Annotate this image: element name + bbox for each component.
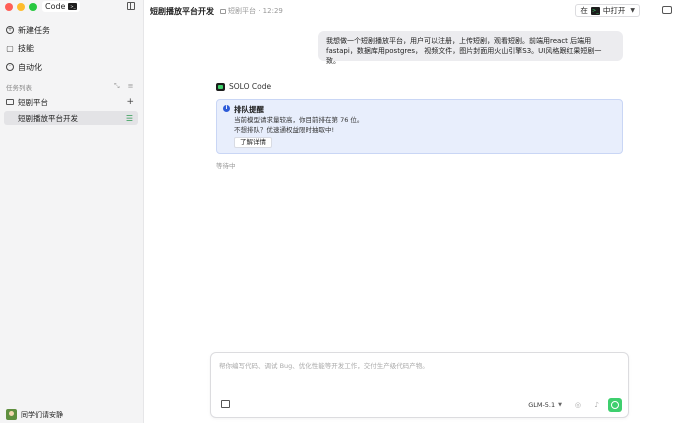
minimize-window-button[interactable] — [17, 3, 25, 11]
queue-title: 排队提醒 — [234, 105, 264, 114]
info-icon: i — [223, 105, 230, 112]
page-title: 短剧播放平台开发 — [150, 6, 214, 16]
send-button[interactable] — [608, 398, 622, 412]
queue-notice-card: i 排队提醒 当前模型请求量较高，你目前排在第 76 位。 不想排队？优速通权益… — [216, 99, 623, 154]
agent-header: SOLO Code — [216, 82, 271, 91]
task-list-heading: 任务列表 — [6, 84, 32, 92]
filter-icon[interactable]: ≡ — [128, 82, 134, 91]
task-name: 短剧播放平台开发 — [18, 113, 78, 123]
sidebar: Code >_ + 新建任务 ▢ 技能 · 自动化 任务列表 ⤡ ≡ 短剧平台 … — [0, 0, 144, 423]
chevron-down-icon: ▼ — [558, 402, 562, 408]
maximize-window-button[interactable] — [29, 3, 37, 11]
nav-skills[interactable]: ▢ 技能 — [6, 41, 34, 55]
terminal-icon: >_ — [590, 6, 600, 15]
solo-logo-icon — [216, 82, 225, 91]
task-item[interactable]: 短剧播放平台开发 ☰ — [4, 111, 138, 125]
model-name: GLM-5.1 — [528, 401, 556, 409]
breadcrumb[interactable]: 短剧平台 · 12:29 — [220, 6, 283, 16]
composer: GLM-5.1 ▼ ◎ ♪ — [210, 352, 629, 418]
close-window-button[interactable] — [5, 3, 13, 11]
user-profile[interactable]: 同学们请安静 — [6, 409, 63, 420]
collapse-icon[interactable]: ⤡ — [114, 82, 120, 91]
agent-name: SOLO Code — [229, 82, 272, 91]
clock-icon: · — [6, 63, 14, 71]
chat-panel-icon[interactable] — [662, 6, 672, 14]
queue-position-text: 当前模型请求量较高，你目前排在第 76 位。 — [234, 116, 364, 124]
open-prefix: 在 — [580, 6, 588, 15]
nav-new-task-label: 新建任务 — [18, 25, 50, 35]
add-task-button[interactable]: + — [126, 97, 134, 107]
nav-automation[interactable]: · 自动化 — [6, 60, 42, 74]
user-message: 我想做一个短剧播放平台，用户可以注册，上传短剧，观看短剧。前端用react 后端… — [318, 31, 623, 65]
mode-switch[interactable]: Code >_ — [42, 1, 81, 12]
waiting-status: 等待中 — [216, 162, 236, 170]
prompt-input[interactable] — [219, 360, 619, 386]
task-list-icon: ☰ — [125, 114, 133, 123]
task-list-tools: ⤡ ≡ — [114, 82, 133, 91]
nav-skills-label: 技能 — [18, 43, 34, 53]
project-item[interactable]: 短剧平台 + — [6, 96, 136, 108]
terminal-icon: >_ — [68, 3, 78, 10]
attach-context-icon[interactable] — [221, 400, 230, 408]
avatar — [6, 409, 17, 420]
breadcrumb-text: 短剧平台 · 12:29 — [228, 7, 283, 15]
chevron-down-icon: ▼ — [630, 7, 635, 14]
user-name: 同学们请安静 — [21, 410, 63, 419]
mode-label: Code — [45, 2, 66, 11]
image-upload-icon[interactable]: ◎ — [575, 401, 581, 409]
open-in-button[interactable]: 在 >_ 中打开 ▼ — [575, 4, 640, 17]
topbar: 短剧播放平台开发 短剧平台 · 12:29 在 >_ 中打开 ▼ — [144, 0, 690, 22]
window-controls — [5, 3, 37, 11]
open-label: 中打开 — [602, 6, 626, 15]
nav-new-task[interactable]: + 新建任务 — [6, 23, 50, 37]
nav-automation-label: 自动化 — [18, 62, 42, 72]
model-selector[interactable]: GLM-5.1 ▼ — [528, 401, 562, 409]
folder-icon — [6, 99, 14, 105]
project-name: 短剧平台 — [18, 97, 48, 107]
microphone-icon[interactable]: ♪ — [595, 401, 599, 409]
plus-circle-icon: + — [6, 26, 14, 34]
skill-box-icon: ▢ — [6, 43, 14, 53]
learn-more-button[interactable]: 了解详情 — [234, 137, 272, 148]
sidebar-toggle-icon[interactable] — [127, 2, 135, 10]
queue-promo-text: 不想排队？优速通权益限时抽取中! — [234, 126, 335, 134]
folder-icon — [220, 8, 226, 14]
